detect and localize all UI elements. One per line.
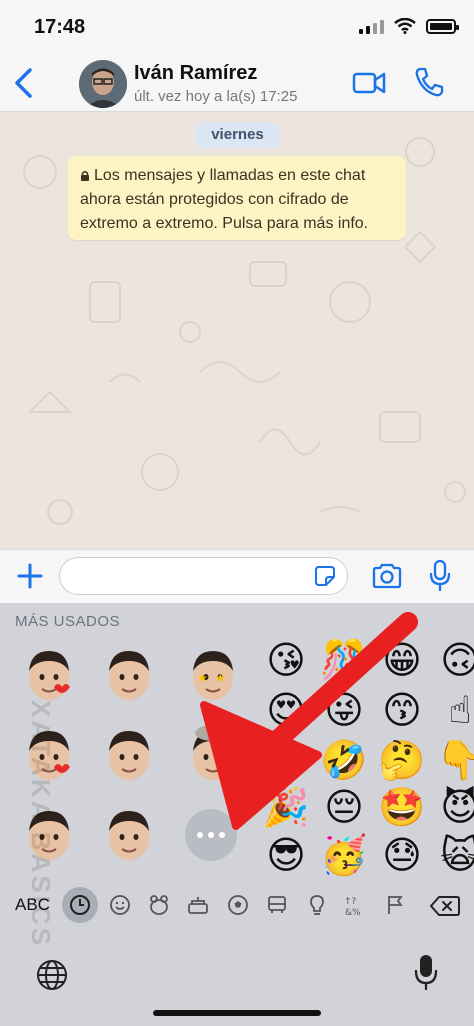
emoji-key[interactable]: 🎉 [262,783,310,831]
svg-text:&%: &% [345,908,361,917]
emoji-key[interactable]: 😙 [378,686,426,734]
input-bar [0,549,474,603]
emoji-key[interactable]: 🥳 [320,831,368,879]
car-icon[interactable] [265,893,289,917]
avatar[interactable] [79,60,127,108]
status-bar: 17:48 [0,0,474,56]
category-bar: ABC ↑? &% [0,885,474,925]
food-icon[interactable] [186,893,210,917]
status-icons [359,18,459,34]
emoji-key[interactable]: 🤔 [378,736,426,784]
emoji-key[interactable]: 😎 [262,831,310,879]
sports-ball-icon[interactable] [226,893,250,917]
emoji-key[interactable]: 😓 [378,831,426,879]
emoji-key[interactable]: 😂 [262,736,310,784]
emoji-keyboard: MÁS USADOS ★ ★ 😘 🎊 😁 🙃 😍 😜 😙 ☝ 😂 🤣 🤔 👇 🎉 😔 🤩 😈 😎 🥳 😓 🙀 ABC [0,603,474,1026]
memoji-shrug[interactable] [98,805,160,867]
svg-text:★: ★ [197,671,208,685]
emoji-key[interactable]: ☝ [436,686,474,734]
emoji-key[interactable]: 🎊 [320,636,368,684]
avatar-photo [79,60,127,108]
emoji-key[interactable]: 🙀 [436,831,474,879]
emoji-key[interactable]: 🤣 [320,736,368,784]
watermark: XATAKA BASICS [26,700,56,948]
emoji-key[interactable]: 😁 [378,636,426,684]
phone-icon[interactable] [414,66,444,98]
emoji-key[interactable]: 😔 [320,783,368,831]
last-seen: últ. vez hoy a la(s) 17:25 [134,88,298,105]
svg-text:★: ★ [215,671,226,685]
contact-name[interactable]: Iván Ramírez [134,62,257,85]
memoji-thumbs-up[interactable] [98,645,160,707]
emoji-key[interactable]: 🙃 [436,636,474,684]
status-time: 17:48 [34,16,86,38]
animal-icon[interactable] [147,893,171,917]
wifi-icon [394,18,416,34]
memoji-more-button[interactable] [185,809,237,861]
emoji-key[interactable]: 😍 [262,686,310,734]
emoji-key[interactable]: 😜 [320,686,368,734]
emoji-key[interactable]: 🤩 [378,783,426,831]
chat-area[interactable]: viernes Los mensajes y llamadas en este … [0,112,474,549]
memoji-neutral[interactable] [98,725,160,787]
section-title: MÁS USADOS [15,613,121,630]
camera-icon[interactable] [371,562,403,590]
home-indicator[interactable] [153,1010,321,1016]
cellular-signal-icon [359,18,384,34]
video-camera-icon[interactable] [352,69,386,97]
memoji-star-eyes[interactable]: ★ ★ [182,645,244,707]
lock-icon [81,171,89,181]
memoji-kiss-heart[interactable] [18,645,80,707]
message-input[interactable] [59,557,348,595]
date-separator: viernes [195,122,280,148]
emoji-key[interactable]: 😘 [262,636,310,684]
battery-icon [426,18,459,34]
smiley-icon[interactable] [108,893,132,917]
plus-icon[interactable] [16,562,44,590]
sticker-icon[interactable] [314,565,336,587]
lightbulb-icon[interactable] [305,893,329,917]
emoji-key[interactable]: 😈 [436,783,474,831]
microphone-icon[interactable] [428,559,452,593]
chat-header: Iván Ramírez últ. vez hoy a la(s) 17:25 [0,56,474,112]
svg-text:↑?: ↑? [344,897,357,907]
encryption-notice-text: Los mensajes y llamadas en este chat aho… [80,167,369,232]
dictation-icon[interactable] [414,953,438,991]
symbols-icon[interactable]: ↑?&% [343,893,367,917]
back-chevron-icon[interactable] [10,66,38,100]
encryption-notice[interactable]: Los mensajes y llamadas en este chat aho… [68,156,406,240]
backspace-icon[interactable] [430,895,460,917]
emoji-key[interactable]: 👇 [436,736,474,784]
recent-clock-icon[interactable] [68,893,92,917]
flag-icon[interactable] [383,893,407,917]
memoji-exploding-head[interactable] [182,725,244,787]
